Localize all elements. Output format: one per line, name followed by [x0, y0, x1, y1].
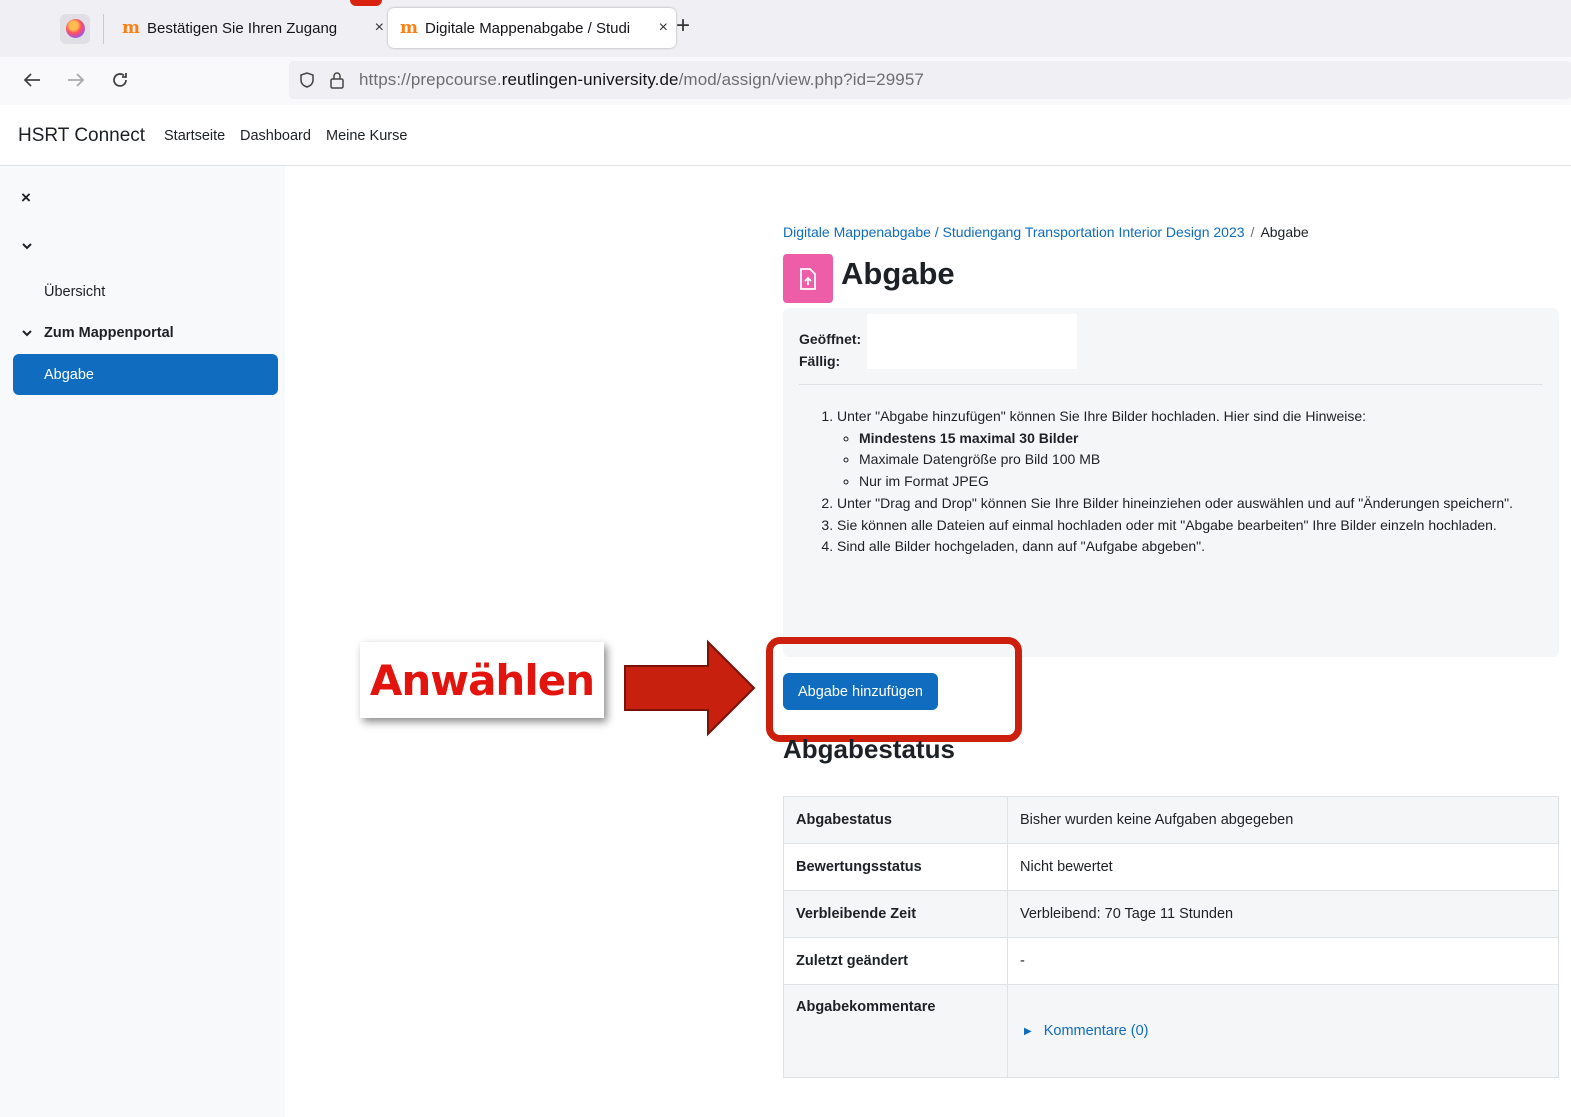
annotation-highlight-frame [766, 637, 1022, 742]
new-tab-button[interactable]: + [676, 12, 690, 40]
row-value: Bisher wurden keine Aufgaben abgegeben [1007, 796, 1559, 844]
submission-status-heading: Abgabestatus [783, 734, 955, 764]
drawer-section-label: Zum Mappenportal [44, 325, 174, 341]
breadcrumb: Digitale Mappenabgabe / Studiengang Tran… [783, 224, 1309, 240]
row-value: ▶ Kommentare (0) [1007, 984, 1559, 1078]
firefox-menu-icon[interactable] [60, 14, 90, 44]
address-bar[interactable]: https://prepcourse.reutlingen-university… [289, 61, 1571, 99]
row-value: Verbleibend: 70 Tage 11 Stunden [1007, 890, 1559, 938]
assignment-info-box: Geöffnet: Fällig: Unter "Abgabe hinzufüg… [783, 308, 1559, 657]
drawer-section-mappenportal[interactable]: Zum Mappenportal [21, 325, 174, 341]
row-label: Verbleibende Zeit [783, 890, 1008, 938]
annotation-label: Anwählen [369, 655, 595, 705]
due-label: Fällig: [799, 353, 841, 369]
annotation-callout: Anwählen [360, 642, 604, 718]
chevron-down-icon[interactable] [21, 327, 33, 339]
divider [799, 384, 1543, 385]
row-label: Abgabestatus [783, 796, 1008, 844]
drawer-item-overview[interactable]: Übersicht [44, 284, 105, 300]
table-row: Verbleibende Zeit Verbleibend: 70 Tage 1… [783, 890, 1559, 938]
row-label: Abgabekommentare [783, 984, 1008, 1078]
tab-close-icon[interactable]: × [659, 19, 668, 37]
annotation-marker [350, 0, 382, 6]
reload-button[interactable] [103, 63, 137, 97]
instruction-bullet: Mindestens 15 maximal 30 Bilder [859, 428, 1549, 450]
nav-link-dashboard[interactable]: Dashboard [240, 128, 311, 144]
close-drawer-icon[interactable]: × [21, 188, 31, 208]
page-title: Abgabe [841, 256, 955, 291]
drawer-item-abgabe[interactable]: Abgabe [13, 354, 278, 395]
tab-confirm-access[interactable]: m Bestätigen Sie Ihren Zugang × [116, 8, 390, 48]
assignment-dates: Geöffnet: Fällig: [799, 328, 861, 372]
back-button[interactable] [15, 63, 49, 97]
tab-label: Digitale Mappenabgabe / Studi [425, 19, 631, 37]
nav-link-startseite[interactable]: Startseite [164, 128, 225, 144]
instruction-step: Unter "Abgabe hinzufügen" können Sie Ihr… [837, 406, 1549, 493]
forward-button[interactable] [59, 63, 93, 97]
chevron-down-icon[interactable] [21, 240, 33, 252]
table-row: Abgabestatus Bisher wurden keine Aufgabe… [783, 796, 1559, 844]
lock-icon[interactable] [329, 71, 345, 89]
assignment-icon [783, 254, 833, 303]
instruction-step: Sind alle Bilder hochgeladen, dann auf "… [837, 536, 1549, 558]
breadcrumb-separator: / [1250, 224, 1255, 240]
submission-status-table: Abgabestatus Bisher wurden keine Aufgabe… [783, 796, 1559, 1078]
comments-link[interactable]: Kommentare (0) [1044, 1023, 1149, 1039]
table-row: Abgabekommentare ▶ Kommentare (0) [783, 984, 1559, 1078]
tab-label: Bestätigen Sie Ihren Zugang [147, 19, 338, 37]
row-label: Zuletzt geändert [783, 937, 1008, 985]
moodle-icon: m [122, 18, 140, 38]
site-header: HSRT Connect Startseite Dashboard Meine … [0, 105, 1571, 166]
browser-tab-strip: m Bestätigen Sie Ihren Zugang × m Digita… [0, 0, 1571, 57]
row-value: - [1007, 937, 1559, 985]
annotation-arrow-icon [624, 639, 756, 737]
nav-link-meine-kurse[interactable]: Meine Kurse [326, 128, 407, 144]
browser-nav-bar: https://prepcourse.reutlingen-university… [0, 57, 1571, 105]
tab-separator [103, 14, 104, 44]
drawer-item-label: Abgabe [44, 366, 94, 383]
tab-close-icon[interactable]: × [375, 19, 384, 37]
breadcrumb-current: Abgabe [1260, 224, 1309, 240]
site-brand[interactable]: HSRT Connect [18, 125, 145, 147]
row-value: Nicht bewertet [1007, 843, 1559, 891]
table-row: Bewertungsstatus Nicht bewertet [783, 843, 1559, 891]
instructions: Unter "Abgabe hinzufügen" können Sie Ihr… [799, 406, 1549, 558]
caret-right-icon: ▶ [1024, 1025, 1032, 1037]
moodle-icon: m [400, 18, 418, 38]
instruction-bullet: Nur im Format JPEG [859, 471, 1549, 493]
instruction-step: Sie können alle Dateien auf einmal hochl… [837, 515, 1549, 537]
instruction-step: Unter "Drag and Drop" können Sie Ihre Bi… [837, 493, 1549, 515]
comments-toggle[interactable]: ▶ Kommentare (0) [1020, 1023, 1546, 1039]
opened-label: Geöffnet: [799, 331, 862, 347]
url-text[interactable]: https://prepcourse.reutlingen-university… [359, 70, 924, 90]
tab-assignment[interactable]: m Digitale Mappenabgabe / Studi × [388, 8, 676, 48]
course-index-drawer: × Übersicht Zum Mappenportal Abgabe [0, 166, 285, 1117]
table-row: Zuletzt geändert - [783, 937, 1559, 985]
tracking-shield-icon[interactable] [299, 72, 315, 88]
row-label: Bewertungsstatus [783, 843, 1008, 891]
redacted-dates [867, 314, 1077, 369]
instruction-bullet: Maximale Datengröße pro Bild 100 MB [859, 449, 1549, 471]
breadcrumb-course-link[interactable]: Digitale Mappenabgabe / Studiengang Tran… [783, 224, 1245, 240]
